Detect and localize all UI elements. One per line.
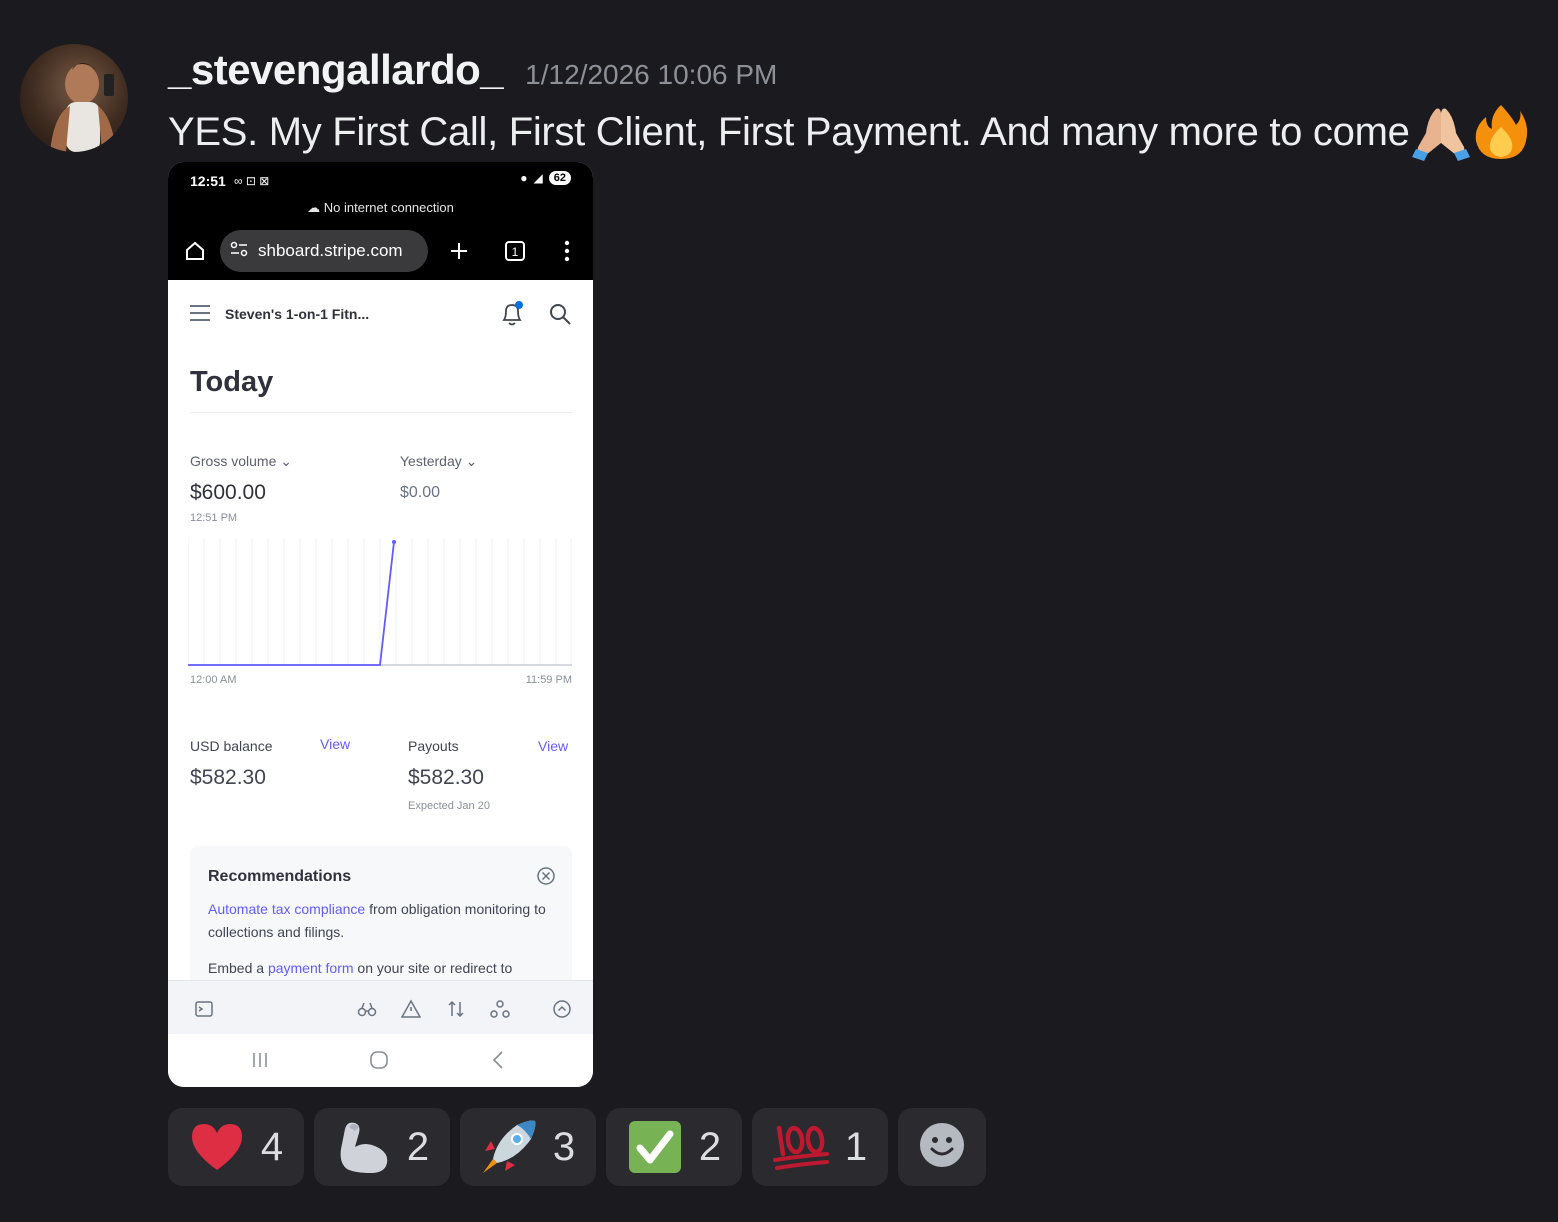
browser-toolbar: shboard.stripe.com 1 (168, 222, 593, 280)
fire-emoji-icon (1472, 103, 1530, 161)
tab-switcher-icon[interactable]: 1 (498, 234, 532, 268)
message-body: YES. My First Call, First Client, First … (168, 109, 1410, 154)
chart-end-label: 11:59 PM (525, 674, 572, 686)
recommendations-title: Recommendations (208, 868, 352, 885)
recommendation-payment-prefix: Embed a (208, 960, 268, 976)
yesterday-label: Yesterday (400, 453, 462, 469)
gross-volume-label: Gross volume (190, 453, 277, 469)
close-icon[interactable] (536, 866, 556, 886)
flexed-biceps-icon (335, 1119, 391, 1175)
hundred-points-icon (772, 1119, 829, 1175)
account-name[interactable]: Steven's 1-on-1 Fitn... (225, 306, 369, 322)
payouts-view-link[interactable]: View (538, 738, 568, 754)
binoculars-icon[interactable] (357, 999, 377, 1019)
username[interactable]: _stevengallardo_ (168, 46, 504, 94)
payouts-label: Payouts (408, 738, 459, 754)
webhooks-icon[interactable] (490, 999, 510, 1019)
smiley-icon (919, 1122, 965, 1173)
address-bar[interactable]: shboard.stripe.com (220, 230, 428, 272)
gross-volume-chart[interactable] (187, 538, 572, 668)
status-system-icons: ● ◢ 62 (520, 171, 571, 185)
phone-status-bar: 12:51 ∞ ⊡ ⊠ ● ◢ 62 ☁ No internet connect… (168, 162, 593, 222)
reaction-heart[interactable]: 4 (168, 1108, 304, 1186)
check-mark-button-icon (627, 1119, 683, 1175)
notification-bell-icon[interactable] (499, 300, 525, 328)
gross-volume-value: $600.00 (190, 481, 266, 504)
stripe-page: Steven's 1-on-1 Fitn... Today Gross volu… (168, 280, 593, 1036)
signal-icon: ◢ (533, 171, 543, 185)
tab-count: 1 (512, 245, 519, 259)
reaction-check-mark[interactable]: 2 (606, 1108, 742, 1186)
recent-apps-icon[interactable] (250, 1050, 270, 1070)
cloud-off-icon: ☁ (307, 200, 321, 215)
reaction-rocket[interactable]: 3 (460, 1108, 596, 1186)
payment-form-link[interactable]: payment form (268, 960, 354, 976)
warning-icon[interactable] (400, 999, 422, 1019)
reaction-count: 4 (260, 1124, 284, 1169)
collapse-icon[interactable] (552, 999, 572, 1019)
usd-balance-view-link[interactable]: View (320, 736, 350, 752)
new-tab-icon[interactable] (442, 234, 476, 268)
transfer-arrows-icon[interactable] (446, 999, 466, 1019)
reaction-count: 2 (698, 1124, 722, 1169)
recommendation-payment-text: on your site or redirect to (353, 960, 513, 976)
location-icon: ● (520, 171, 528, 185)
home-button-icon[interactable] (369, 1050, 389, 1070)
search-icon[interactable] (548, 302, 572, 326)
reaction-count: 1 (844, 1124, 868, 1169)
back-icon[interactable] (488, 1050, 508, 1070)
reaction-count: 2 (406, 1124, 430, 1169)
yesterday-value: $0.00 (400, 484, 441, 501)
chevron-down-icon: ⌄ (280, 453, 292, 469)
chart-start-label: 12:00 AM (190, 674, 237, 686)
url-text: shboard.stripe.com (258, 241, 403, 260)
automate-tax-link[interactable]: Automate tax compliance (208, 901, 365, 917)
site-settings-icon[interactable] (230, 241, 248, 262)
usd-balance-value: $582.30 (190, 766, 266, 789)
status-time: 12:51 (190, 173, 226, 189)
recommendation-payment-form: Embed a payment form on your site or red… (208, 957, 558, 980)
message-timestamp: 1/12/2026 10:06 PM (525, 59, 778, 90)
battery-indicator: 62 (548, 171, 571, 185)
reaction-count: 3 (552, 1124, 576, 1169)
usd-balance-label: USD balance (190, 738, 273, 754)
recommendation-tax: Automate tax compliance from obligation … (208, 898, 558, 944)
reaction-hundred-points[interactable]: 1 (752, 1108, 888, 1186)
chevron-down-icon: ⌄ (465, 453, 478, 469)
android-nav-bar (168, 1034, 593, 1087)
home-icon[interactable] (178, 234, 212, 268)
menu-icon[interactable] (190, 304, 210, 322)
folded-hands-emoji-icon (1411, 103, 1470, 161)
gross-volume-time: 12:51 PM (190, 512, 238, 524)
message-text: YES. My First Call, First Client, First … (168, 103, 1530, 161)
stripe-dashboard-screenshot[interactable]: 12:51 ∞ ⊡ ⊠ ● ◢ 62 ☁ No internet connect… (168, 162, 593, 1087)
terminal-icon[interactable] (194, 999, 214, 1019)
page-title: Today (190, 366, 274, 398)
comparison-selector[interactable]: Yesterday ⌄ (400, 453, 477, 470)
reaction-bar: 4 2 3 2 1 (168, 1108, 986, 1186)
reaction-flexed-biceps[interactable]: 2 (314, 1108, 450, 1186)
add-reaction-button[interactable] (898, 1108, 986, 1186)
rocket-icon (481, 1119, 537, 1175)
gross-volume-selector[interactable]: Gross volume ⌄ (190, 453, 292, 470)
status-notification-icons: ∞ ⊡ ⊠ (234, 174, 270, 188)
no-internet-text: No internet connection (323, 200, 454, 215)
bottom-toolbar (168, 980, 593, 1037)
no-internet-banner: ☁ No internet connection (168, 200, 593, 216)
payouts-expected: Expected Jan 20 (408, 800, 490, 812)
heart-icon (189, 1119, 245, 1175)
title-divider (190, 412, 572, 413)
browser-menu-icon[interactable] (550, 234, 584, 268)
payouts-value: $582.30 (408, 766, 484, 789)
user-avatar[interactable] (20, 44, 128, 152)
